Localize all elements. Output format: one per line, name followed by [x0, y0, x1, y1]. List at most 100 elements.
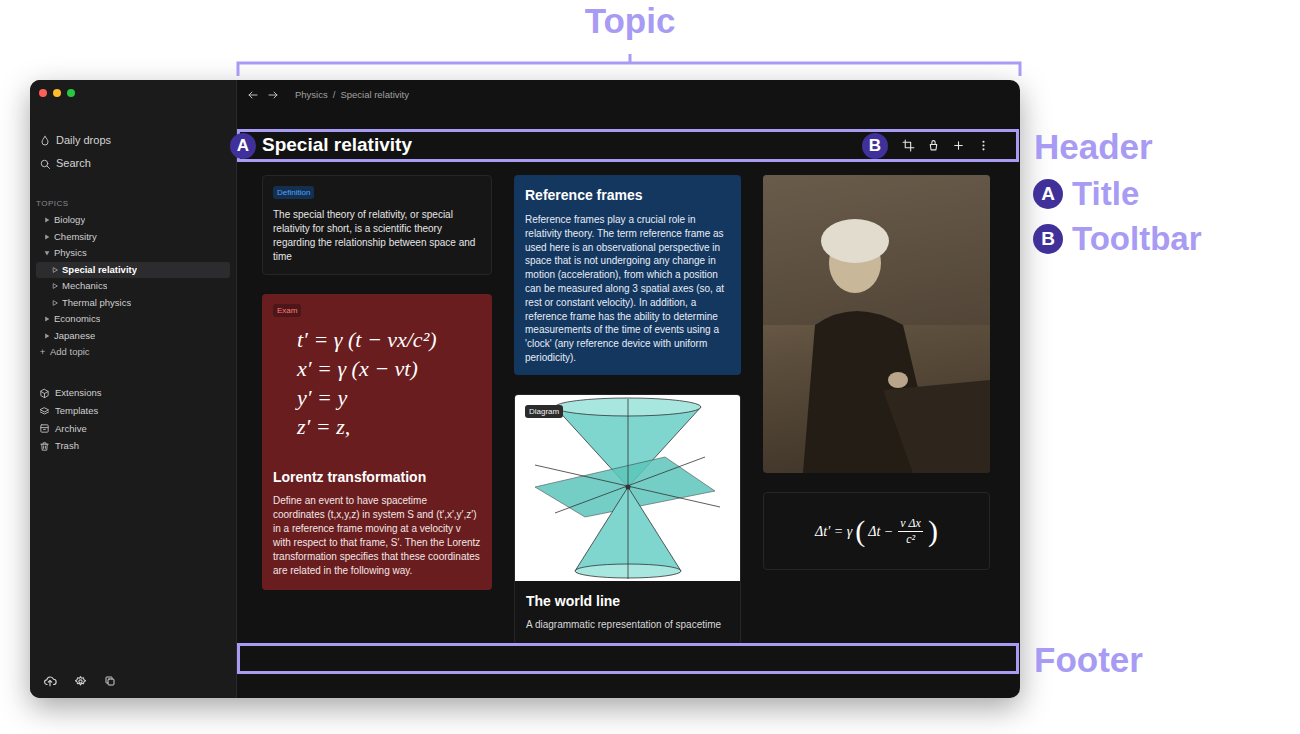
- zoom-button[interactable]: [67, 89, 75, 97]
- plus-icon[interactable]: [951, 139, 965, 153]
- card-tag: Diagram: [525, 405, 563, 418]
- close-button[interactable]: [39, 89, 47, 97]
- topic-row[interactable]: Physics: [36, 245, 230, 262]
- caret-down-icon[interactable]: [44, 250, 50, 256]
- archive-icon: [39, 423, 50, 434]
- breadcrumb-item[interactable]: Physics: [295, 88, 328, 102]
- card-column: DefinitionThe special theory of relativi…: [262, 175, 492, 590]
- legend-item: BTooltbar: [1033, 221, 1202, 257]
- footer-outline: [237, 643, 1019, 674]
- cube-icon: [39, 388, 50, 399]
- marker-badge: A: [230, 133, 256, 159]
- definition-card[interactable]: DefinitionThe special theory of relativi…: [262, 175, 492, 275]
- sidebar-item-label: Extensions: [55, 386, 101, 400]
- caret-right-icon[interactable]: [44, 316, 50, 322]
- plus-icon: +: [39, 345, 46, 359]
- legend-label: Title: [1072, 176, 1139, 212]
- sidebar-item[interactable]: Trash: [36, 438, 230, 456]
- card-title: The world line: [526, 591, 729, 612]
- diagram-image: Diagram: [515, 395, 740, 581]
- topic-row[interactable]: Biology: [36, 212, 230, 229]
- exam-card[interactable]: Exam t′ = γ (t − vx/c²)x′ = γ (x − vt)y′ …: [262, 294, 492, 590]
- card-body: The special theory of relativity, or spe…: [273, 208, 481, 264]
- settings-icon[interactable]: [73, 674, 87, 688]
- cloud-sync-icon[interactable]: [43, 674, 57, 688]
- card-caption: The world lineA diagrammatic representat…: [515, 581, 740, 644]
- topic-label: Mechanics: [62, 279, 107, 293]
- topic-row[interactable]: Chemsitry: [36, 229, 230, 246]
- sidebar-item[interactable]: Search: [36, 152, 230, 175]
- back-arrow-icon[interactable]: [247, 89, 259, 101]
- card-tag: Exam: [273, 304, 301, 317]
- breadcrumb: Physics / Special relativity: [295, 88, 409, 102]
- sidebar-item[interactable]: Archive: [36, 420, 230, 438]
- add-topic-button[interactable]: +Add topic: [36, 344, 230, 361]
- header-outline: [237, 129, 1019, 162]
- diagram-card[interactable]: Diagram The world lineA diagrammatic repr…: [514, 394, 741, 645]
- crop-icon[interactable]: [901, 139, 915, 153]
- photo-card[interactable]: [763, 175, 990, 473]
- topic-row[interactable]: Special relativity: [36, 262, 230, 279]
- formula-term: Δt −: [868, 521, 893, 542]
- more-icon[interactable]: [976, 139, 990, 153]
- formula-line: z′ = z,: [297, 412, 481, 441]
- paren: (: [855, 514, 865, 548]
- card-column: Reference framesReference frames play a …: [514, 175, 741, 645]
- legend-item: ATitle: [1033, 176, 1139, 212]
- topic-annotation: Topic: [530, 0, 730, 42]
- bag-icon[interactable]: [926, 139, 940, 153]
- sidebar-item[interactable]: Daily drops: [36, 129, 230, 152]
- sidebar-item-label: Archive: [55, 422, 87, 436]
- formula-lhs: Δt′ = γ: [815, 521, 852, 542]
- forward-arrow-icon[interactable]: [267, 89, 279, 101]
- caret-right-icon[interactable]: [44, 217, 50, 223]
- window-controls: [36, 80, 230, 97]
- formula-line: x′ = γ (x − vt): [297, 354, 481, 383]
- legend-label: Tooltbar: [1072, 221, 1202, 257]
- sidebar-item-label: Trash: [55, 439, 79, 453]
- paren: ): [928, 514, 938, 548]
- card-title: Lorentz transformation: [273, 467, 481, 488]
- card-grid: DefinitionThe special theory of relativi…: [237, 175, 1020, 645]
- light-cone-figure: [515, 395, 740, 581]
- topic-row[interactable]: Economics: [36, 311, 230, 328]
- breadcrumb-separator: /: [333, 88, 336, 102]
- trash-icon: [39, 441, 50, 452]
- note-card[interactable]: Reference framesReference frames play a …: [514, 175, 741, 375]
- caret-right-icon[interactable]: [44, 333, 50, 339]
- topic-title[interactable]: Special relativity: [262, 131, 412, 160]
- numerator: v Δx: [898, 516, 923, 532]
- sidebar-item[interactable]: Extensions: [36, 385, 230, 403]
- topic-label: Chemsitry: [54, 230, 97, 244]
- app-window: Daily drops Search TOPICSBiology Chemsitry P…: [30, 80, 1020, 698]
- topic-tree: Biology Chemsitry Physics Special relativit…: [36, 212, 230, 361]
- topic-view: Physics / Special relativity Special relati…: [237, 80, 1020, 698]
- sidebar-item[interactable]: Templates: [36, 402, 230, 420]
- topic-label: Biology: [54, 213, 85, 227]
- topics-heading: TOPICS: [36, 196, 230, 212]
- card-body: Define an event to have spacetime coordi…: [273, 494, 481, 578]
- toolbar: [901, 139, 990, 153]
- caret-right-icon[interactable]: [52, 283, 58, 289]
- formula-line: y′ = y: [297, 383, 481, 412]
- formula-line: t′ = γ (t − vx/c²): [297, 325, 481, 354]
- formula-block: t′ = γ (t − vx/c²)x′ = γ (x − vt)y′ = yz…: [273, 325, 481, 441]
- windows-icon[interactable]: [103, 674, 117, 688]
- fraction: v Δxc²: [898, 516, 923, 547]
- caret-right-icon[interactable]: [44, 234, 50, 240]
- breadcrumb-item[interactable]: Special relativity: [340, 88, 409, 102]
- card-body: Reference frames play a crucial role in …: [525, 213, 730, 365]
- marker-badge: B: [862, 133, 888, 159]
- topic-row[interactable]: Thermal physics: [36, 295, 230, 312]
- formula-card[interactable]: Δt′ = γ(Δt −v Δxc²): [763, 492, 990, 570]
- topic-bracket: [236, 52, 1022, 78]
- topic-row[interactable]: Mechanics: [36, 278, 230, 295]
- minimize-button[interactable]: [53, 89, 61, 97]
- formula: Δt′ = γ(Δt −v Δxc²): [815, 514, 938, 548]
- topic-label: Physics: [54, 246, 87, 260]
- sidebar-item-label: Search: [56, 155, 91, 172]
- topic-row[interactable]: Japanese: [36, 328, 230, 345]
- footer-annotation: Footer: [1034, 638, 1143, 682]
- caret-right-icon[interactable]: [52, 300, 58, 306]
- caret-right-icon[interactable]: [52, 267, 58, 273]
